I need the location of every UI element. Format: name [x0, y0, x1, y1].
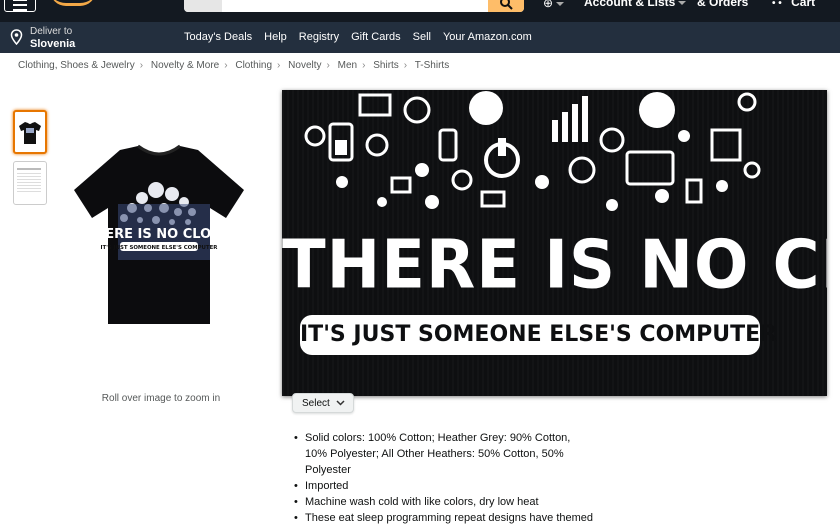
chevron-down-icon: [556, 1, 565, 6]
breadcrumb-separator: ›: [224, 60, 228, 71]
feature-bullet: Solid colors: 100% Cotton; Heather Grey:…: [294, 430, 594, 478]
thumbnail-size-chart[interactable]: [13, 161, 47, 205]
breadcrumb-item[interactable]: Novelty & More: [151, 60, 219, 71]
search-input[interactable]: [184, 0, 524, 12]
deliver-location: Slovenia: [30, 38, 76, 50]
nav-link-registry[interactable]: Registry: [299, 31, 339, 43]
nav-top-bar: ⊕ Account & Lists & Orders • • Cart: [0, 0, 840, 22]
account-lists-link[interactable]: Account & Lists: [584, 0, 687, 9]
feature-bullet: Imported: [294, 478, 594, 494]
cart-link[interactable]: • • Cart: [772, 0, 815, 9]
zoom-hint: Roll over image to zoom in: [101, 393, 221, 404]
location-pin-icon: [10, 29, 23, 45]
breadcrumb-item[interactable]: Shirts: [373, 60, 399, 71]
breadcrumb-item[interactable]: Novelty: [288, 60, 321, 71]
breadcrumb-item[interactable]: Clothing, Shoes & Jewelry: [18, 60, 135, 71]
cart-icon: • •: [772, 0, 782, 9]
zoom-preview-panel: THERE IS NO CLOUD IT'S JUST SOMEONE ELSE…: [282, 90, 827, 396]
breadcrumb-item[interactable]: Clothing: [235, 60, 272, 71]
feature-bullets: Solid colors: 100% Cotton; Heather Grey:…: [294, 430, 594, 526]
globe-icon: ⊕: [543, 0, 554, 10]
nav-link-your-amazon[interactable]: Your Amazon.com: [443, 31, 532, 43]
shirt-title-text: THERE IS NO CLOUD: [86, 227, 233, 242]
chevron-down-icon: [336, 400, 345, 406]
nav-link-help[interactable]: Help: [264, 31, 287, 43]
chevron-down-icon: [678, 0, 687, 5]
orders-link[interactable]: & Orders: [697, 0, 748, 9]
deliver-to-label: Deliver to: [30, 26, 73, 37]
tshirt-image: THERE IS NO CLOUD IT'S JUST SOMEONE ELSE…: [74, 144, 244, 324]
shirt-subtitle-text: IT'S JUST SOMEONE ELSE'S COMPUTER: [101, 245, 219, 251]
size-select-dropdown[interactable]: Select: [292, 393, 354, 413]
feature-bullet: These eat sleep programming repeat desig…: [294, 510, 594, 526]
menu-icon: [13, 9, 27, 11]
language-selector[interactable]: ⊕: [543, 0, 565, 10]
size-select-label: Select: [302, 398, 330, 409]
search-icon: [500, 0, 513, 10]
menu-button[interactable]: [4, 0, 36, 12]
breadcrumb-item[interactable]: T-Shirts: [415, 60, 449, 71]
breadcrumb: Clothing, Shoes & Jewelry › Novelty & Mor…: [18, 60, 449, 71]
amazon-logo[interactable]: [50, 0, 96, 6]
search-category-dropdown[interactable]: [184, 0, 222, 12]
breadcrumb-separator: ›: [277, 60, 281, 71]
size-chart-thumbnail-image: [17, 168, 41, 192]
breadcrumb-item[interactable]: Men: [338, 60, 357, 71]
tshirt-thumbnail-image: [19, 122, 41, 144]
zoom-subtitle-text: IT'S JUST SOMEONE ELSE'S COMPUTER: [300, 315, 777, 355]
nav-link-gift-cards[interactable]: Gift Cards: [351, 31, 401, 43]
search-button[interactable]: [488, 0, 524, 12]
nav-links: Today's Deals Help Registry Gift Cards S…: [184, 31, 544, 43]
zoom-title-text: THERE IS NO CLOUD: [282, 226, 827, 305]
breadcrumb-separator: ›: [403, 60, 408, 71]
breadcrumb-separator: ›: [326, 60, 330, 71]
nav-link-todays-deals[interactable]: Today's Deals: [184, 31, 252, 43]
breadcrumb-separator: ›: [362, 60, 366, 71]
thumbnail-shirt[interactable]: [13, 110, 47, 154]
main-product-image[interactable]: THERE IS NO CLOUD IT'S JUST SOMEONE ELSE…: [62, 128, 256, 338]
tech-icons-cloud: [304, 91, 761, 211]
feature-bullet: Machine wash cold with like colors, dry …: [294, 494, 594, 510]
nav-link-sell[interactable]: Sell: [413, 31, 431, 43]
breadcrumb-separator: ›: [139, 60, 144, 71]
